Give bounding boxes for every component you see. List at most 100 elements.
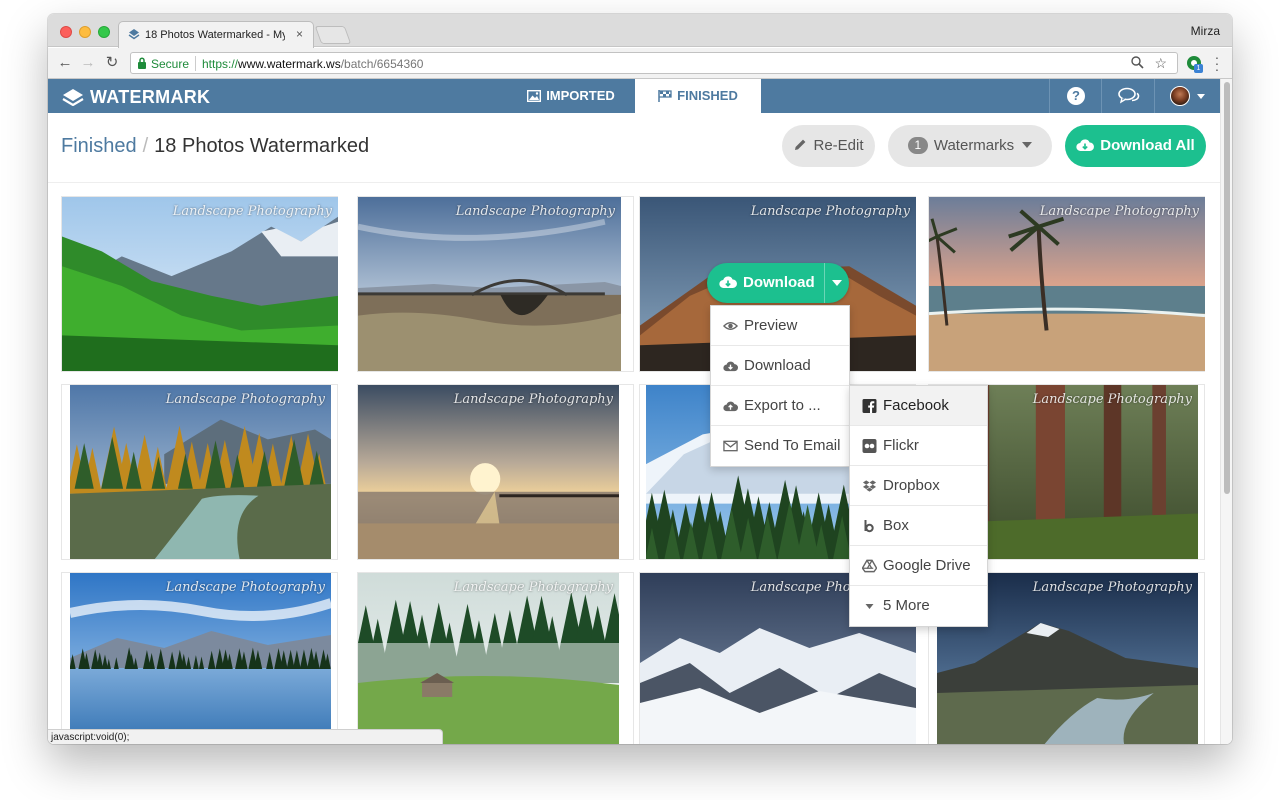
zoom-icon[interactable]: [1130, 55, 1145, 70]
re-edit-label: Re-Edit: [813, 137, 864, 154]
export-item-flickr[interactable]: Flickr: [850, 426, 987, 466]
photo-card[interactable]: Landscape Photography: [357, 384, 634, 560]
photo-thumbnail[interactable]: Landscape Photography: [929, 197, 1205, 371]
browser-toolbar: ← → ↻ Secure https://www.watermark.ws/ba…: [48, 48, 1232, 79]
address-bar[interactable]: Secure https://www.watermark.ws/batch/66…: [130, 52, 1178, 74]
forward-arrow-icon[interactable]: →: [79, 54, 97, 72]
back-arrow-icon[interactable]: ←: [56, 54, 74, 72]
browser-menu-icon[interactable]: · · ·: [1212, 50, 1222, 76]
photo-card[interactable]: Landscape Photography: [357, 196, 634, 372]
photo-card[interactable]: Landscape Photography: [928, 196, 1205, 372]
help-button[interactable]: ?: [1049, 79, 1101, 113]
menu-item-label: Box: [883, 517, 909, 534]
watermark-text: Landscape Photography: [453, 580, 613, 595]
tab-finished[interactable]: FINISHED: [635, 79, 761, 113]
photo-card[interactable]: Landscape Photography: [61, 572, 338, 744]
landscape-image: [358, 573, 619, 744]
download-all-button[interactable]: Download All: [1065, 125, 1206, 167]
watermark-text: Landscape Photography: [453, 392, 613, 407]
export-item-box[interactable]: Box: [850, 506, 987, 546]
watermarks-dropdown[interactable]: 1 Watermarks: [888, 125, 1052, 167]
menu-item-download[interactable]: Download: [711, 346, 849, 386]
eye-icon: [723, 322, 738, 330]
download-split-button[interactable]: Download: [707, 263, 849, 303]
browser-titlebar: 18 Photos Watermarked - My I × Mirza: [48, 14, 1232, 48]
flickr-icon: [862, 439, 877, 453]
export-submenu: Facebook Flickr Dropbox Box Google Drive 5 Mo…: [849, 385, 988, 627]
bookmark-star-icon[interactable]: ☆: [1154, 55, 1167, 72]
app-navbar: WATERMARK IMPORTED FINISHED ?: [48, 79, 1220, 113]
photo-thumbnail[interactable]: Landscape Photography: [358, 573, 619, 744]
browser-tab[interactable]: 18 Photos Watermarked - My I ×: [118, 21, 314, 48]
breadcrumb-finished-link[interactable]: Finished: [61, 135, 137, 157]
export-item-google-drive[interactable]: Google Drive: [850, 546, 987, 586]
zoom-window-button[interactable]: [98, 26, 110, 38]
browser-window: 18 Photos Watermarked - My I × Mirza ← →…: [48, 14, 1232, 744]
url-path: /batch/6654360: [340, 57, 424, 71]
reload-icon[interactable]: ↻: [103, 54, 121, 72]
download-all-label: Download All: [1100, 137, 1195, 154]
photo-thumbnail[interactable]: Landscape Photography: [62, 197, 338, 371]
scrollbar-thumb[interactable]: [1224, 82, 1230, 494]
menu-item-label: Export to ...: [744, 397, 821, 414]
menu-item-send-to-email[interactable]: Send To Email: [711, 426, 849, 466]
watermark-text: Landscape Photography: [455, 204, 615, 219]
re-edit-button[interactable]: Re-Edit: [782, 125, 875, 167]
new-tab-button[interactable]: [314, 26, 352, 44]
export-item-5-more[interactable]: 5 More: [850, 586, 987, 626]
export-item-facebook[interactable]: Facebook: [850, 386, 987, 426]
menu-item-label: Download: [744, 357, 811, 374]
landscape-image: [358, 197, 621, 371]
watermarks-label: Watermarks: [933, 137, 1015, 154]
watermark-text: Landscape Photography: [1032, 580, 1192, 595]
close-window-button[interactable]: [60, 26, 72, 38]
minimize-window-button[interactable]: [79, 26, 91, 38]
facebook-icon: [862, 399, 877, 413]
menu-item-export-to[interactable]: Export to ...: [711, 386, 849, 426]
photo-thumbnail[interactable]: Landscape Photography: [358, 197, 621, 371]
user-menu-button[interactable]: [1154, 79, 1220, 113]
tab-title: 18 Photos Watermarked - My I: [145, 29, 285, 41]
breadcrumb-separator: /: [142, 135, 149, 157]
browser-status-bar: javascript:void(0);: [48, 729, 443, 744]
flag-checkered-icon: [658, 90, 672, 102]
extension-badge: 1: [1194, 64, 1203, 73]
secure-label: Secure: [151, 57, 190, 71]
profile-name[interactable]: Mirza: [1191, 24, 1220, 38]
landscape-image: [70, 385, 331, 559]
landscape-image: [929, 197, 1205, 371]
chat-button[interactable]: [1101, 79, 1154, 113]
menu-item-preview[interactable]: Preview: [711, 306, 849, 346]
breadcrumb: Finished/18 Photos Watermarked: [61, 135, 369, 158]
watermark-text: Landscape Photography: [1039, 204, 1199, 219]
download-button-label: Download: [743, 274, 815, 291]
tab-finished-label: FINISHED: [677, 88, 738, 103]
photo-thumbnail[interactable]: Landscape Photography: [70, 385, 331, 559]
photo-card[interactable]: Landscape Photography: [61, 384, 338, 560]
envelope-icon: [723, 440, 738, 452]
tab-close-icon[interactable]: ×: [296, 27, 303, 41]
download-button[interactable]: Download: [707, 263, 824, 303]
menu-item-label: Facebook: [883, 397, 949, 414]
download-dropdown-toggle[interactable]: [825, 263, 849, 303]
photo-card[interactable]: Landscape Photography: [61, 196, 338, 372]
tab-imported[interactable]: IMPORTED: [513, 79, 629, 113]
url-host: www.watermark.ws: [238, 57, 341, 71]
photo-card[interactable]: Landscape Photography: [357, 572, 634, 744]
brand-logo[interactable]: WATERMARK: [62, 87, 210, 108]
page-header: Finished/18 Photos Watermarked Re-Edit 1…: [48, 113, 1220, 183]
menu-item-label: Send To Email: [744, 437, 841, 454]
export-item-dropbox[interactable]: Dropbox: [850, 466, 987, 506]
brand-name: WATERMARK: [90, 87, 211, 107]
chevron-down-icon: [1197, 94, 1205, 99]
photo-thumbnail[interactable]: Landscape Photography: [358, 385, 619, 559]
landscape-image: [70, 573, 331, 744]
menu-item-label: Google Drive: [883, 557, 971, 574]
menu-item-label: Preview: [744, 317, 798, 334]
url-protocol: https://: [202, 57, 239, 71]
watermark-text: Landscape Photography: [750, 204, 910, 219]
photo-thumbnail[interactable]: Landscape Photography: [70, 573, 331, 744]
watermark-text: Landscape Photography: [1032, 392, 1192, 407]
page-scrollbar[interactable]: [1220, 79, 1232, 744]
menu-item-label: Dropbox: [883, 477, 940, 494]
